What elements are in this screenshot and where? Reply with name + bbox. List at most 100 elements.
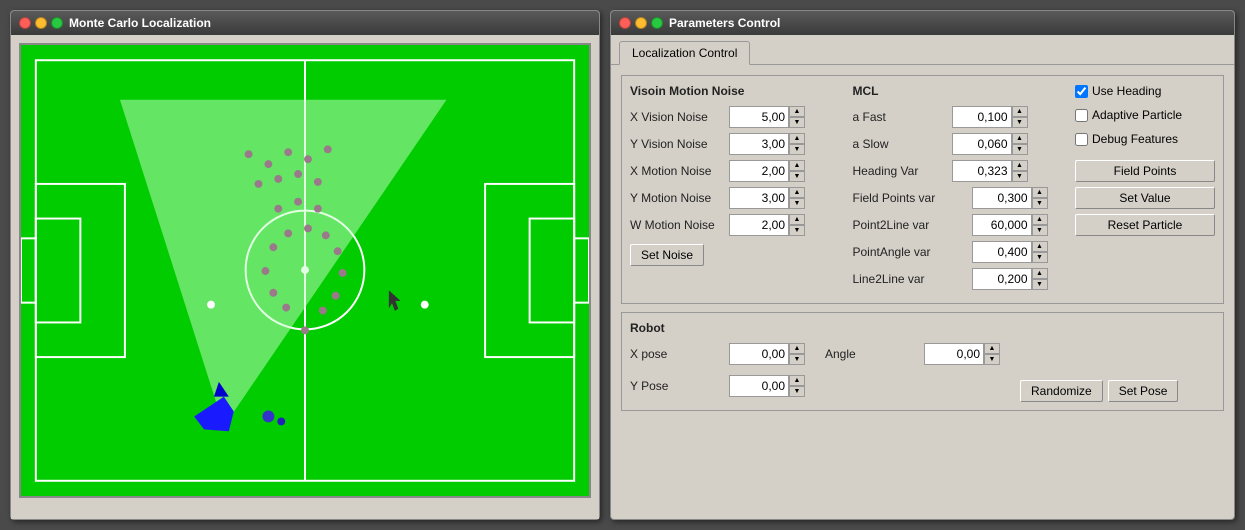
x-vision-noise-input[interactable] (729, 106, 789, 128)
mcl-close-btn[interactable] (19, 17, 31, 29)
randomize-button[interactable]: Randomize (1020, 380, 1103, 402)
point2line-var-spinner: ▲ ▼ (972, 214, 1048, 236)
y-motion-noise-input[interactable] (729, 187, 789, 209)
y-pose-input[interactable] (729, 375, 789, 397)
field-points-var-down[interactable]: ▼ (1032, 198, 1048, 209)
mcl-minimize-btn[interactable] (35, 17, 47, 29)
params-maximize-btn[interactable] (651, 17, 663, 29)
point2line-var-up[interactable]: ▲ (1032, 214, 1048, 225)
debug-features-row: Debug Features (1075, 132, 1215, 146)
a-fast-label: a Fast (853, 110, 948, 124)
y-vision-noise-down[interactable]: ▼ (789, 144, 805, 155)
tab-localization-control[interactable]: Localization Control (619, 41, 750, 65)
x-vision-noise-spin-btns: ▲ ▼ (789, 106, 805, 128)
heading-var-input[interactable] (952, 160, 1012, 182)
params-content: Visoin Motion Noise X Vision Noise ▲ ▼ (611, 65, 1234, 421)
x-motion-noise-down[interactable]: ▼ (789, 171, 805, 182)
field-points-var-spinner: ▲ ▼ (972, 187, 1048, 209)
a-slow-spinner: ▲ ▼ (952, 133, 1028, 155)
use-heading-checkbox[interactable] (1075, 85, 1088, 98)
point2line-var-down[interactable]: ▼ (1032, 225, 1048, 236)
debug-features-label: Debug Features (1092, 132, 1178, 146)
mcl-maximize-btn[interactable] (51, 17, 63, 29)
field-points-var-input[interactable] (972, 187, 1032, 209)
a-fast-spinner: ▲ ▼ (952, 106, 1028, 128)
adaptive-particle-row: Adaptive Particle (1075, 108, 1215, 122)
y-vision-noise-input[interactable] (729, 133, 789, 155)
a-slow-input[interactable] (952, 133, 1012, 155)
x-motion-noise-up[interactable]: ▲ (789, 160, 805, 171)
params-minimize-btn[interactable] (635, 17, 647, 29)
reset-particle-button[interactable]: Reset Particle (1075, 214, 1215, 236)
point2line-var-input[interactable] (972, 214, 1032, 236)
set-pose-button[interactable]: Set Pose (1108, 380, 1179, 402)
x-pose-label: X pose (630, 347, 725, 361)
a-fast-down[interactable]: ▼ (1012, 117, 1028, 128)
noise-mcl-section: Visoin Motion Noise X Vision Noise ▲ ▼ (621, 75, 1224, 304)
y-pose-label: Y Pose (630, 379, 725, 393)
mcl-col: MCL a Fast ▲ ▼ a Slow (853, 84, 1066, 295)
w-motion-noise-down[interactable]: ▼ (789, 225, 805, 236)
line2line-var-row: Line2Line var ▲ ▼ (853, 268, 1066, 290)
x-pose-input[interactable] (729, 343, 789, 365)
set-noise-button[interactable]: Set Noise (630, 244, 704, 266)
heading-var-row: Heading Var ▲ ▼ (853, 160, 1066, 182)
line2line-var-label: Line2Line var (853, 272, 968, 286)
line2line-var-input[interactable] (972, 268, 1032, 290)
field-points-button[interactable]: Field Points (1075, 160, 1215, 182)
x-pose-up[interactable]: ▲ (789, 343, 805, 354)
point2line-var-spin-btns: ▲ ▼ (1032, 214, 1048, 236)
a-fast-up[interactable]: ▲ (1012, 106, 1028, 117)
angle-down[interactable]: ▼ (984, 354, 1000, 365)
field-points-var-row: Field Points var ▲ ▼ (853, 187, 1066, 209)
a-slow-down[interactable]: ▼ (1012, 144, 1028, 155)
x-vision-noise-label: X Vision Noise (630, 110, 725, 124)
line2line-var-down[interactable]: ▼ (1032, 279, 1048, 290)
heading-var-up[interactable]: ▲ (1012, 160, 1028, 171)
mcl-title: Monte Carlo Localization (69, 16, 211, 30)
y-motion-noise-down[interactable]: ▼ (789, 198, 805, 209)
pointangle-var-input[interactable] (972, 241, 1032, 263)
y-pose-down[interactable]: ▼ (789, 386, 805, 397)
y-pose-up[interactable]: ▲ (789, 375, 805, 386)
x-vision-noise-row: X Vision Noise ▲ ▼ (630, 106, 843, 128)
a-slow-up[interactable]: ▲ (1012, 133, 1028, 144)
w-motion-noise-input[interactable] (729, 214, 789, 236)
robot-section: Robot X pose ▲ ▼ Y Pose (621, 312, 1224, 411)
debug-features-checkbox[interactable] (1075, 133, 1088, 146)
a-fast-input[interactable] (952, 106, 1012, 128)
y-motion-noise-row: Y Motion Noise ▲ ▼ (630, 187, 843, 209)
params-title-bar: Parameters Control (611, 11, 1234, 35)
x-vision-noise-up[interactable]: ▲ (789, 106, 805, 117)
w-motion-noise-up[interactable]: ▲ (789, 214, 805, 225)
y-vision-noise-spinner: ▲ ▼ (729, 133, 805, 155)
heading-var-down[interactable]: ▼ (1012, 171, 1028, 182)
w-motion-noise-spinner: ▲ ▼ (729, 214, 805, 236)
a-fast-spin-btns: ▲ ▼ (1012, 106, 1028, 128)
x-motion-noise-label: X Motion Noise (630, 164, 725, 178)
x-motion-noise-input[interactable] (729, 160, 789, 182)
y-motion-noise-label: Y Motion Noise (630, 191, 725, 205)
y-vision-noise-label: Y Vision Noise (630, 137, 725, 151)
tab-bar: Localization Control (611, 35, 1234, 65)
angle-up[interactable]: ▲ (984, 343, 1000, 354)
y-vision-noise-up[interactable]: ▲ (789, 133, 805, 144)
robot-actions: Randomize Set Pose (1020, 380, 1178, 402)
pointangle-var-down[interactable]: ▼ (1032, 252, 1048, 263)
set-value-button[interactable]: Set Value (1075, 187, 1215, 209)
w-motion-noise-row: W Motion Noise ▲ ▼ (630, 214, 843, 236)
pointangle-var-up[interactable]: ▲ (1032, 241, 1048, 252)
adaptive-particle-checkbox[interactable] (1075, 109, 1088, 122)
y-motion-noise-up[interactable]: ▲ (789, 187, 805, 198)
line2line-var-up[interactable]: ▲ (1032, 268, 1048, 279)
x-pose-down[interactable]: ▼ (789, 354, 805, 365)
field-points-var-up[interactable]: ▲ (1032, 187, 1048, 198)
x-pose-spinner: ▲ ▼ (729, 343, 805, 365)
params-close-btn[interactable] (619, 17, 631, 29)
params-title: Parameters Control (669, 16, 780, 30)
w-motion-noise-spin-btns: ▲ ▼ (789, 214, 805, 236)
angle-input[interactable] (924, 343, 984, 365)
a-fast-row: a Fast ▲ ▼ (853, 106, 1066, 128)
soccer-field[interactable] (19, 43, 591, 498)
x-vision-noise-down[interactable]: ▼ (789, 117, 805, 128)
